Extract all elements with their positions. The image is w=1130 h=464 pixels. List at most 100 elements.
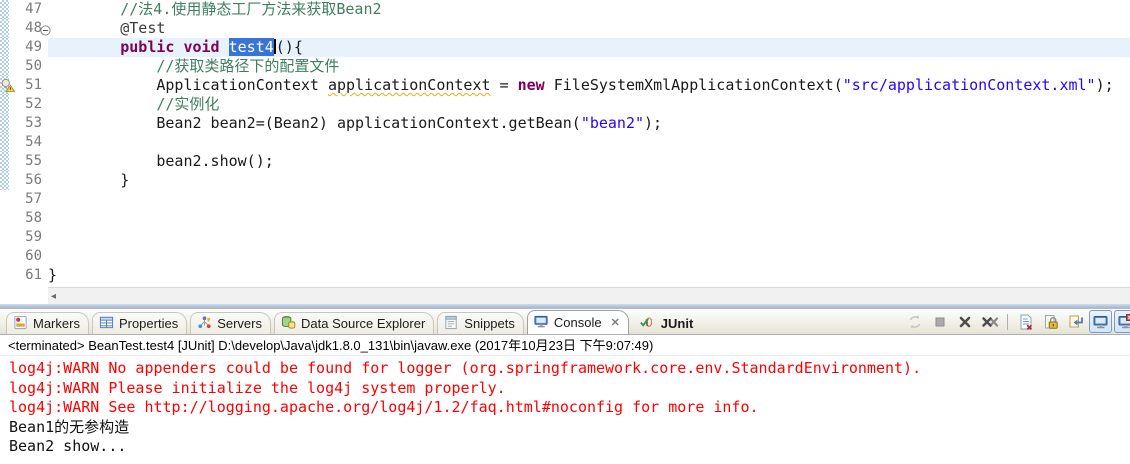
code-text[interactable]: ApplicationContext applicationContext = … [48,76,1130,95]
code-line[interactable]: 57 [0,190,1130,209]
editor-gutter[interactable]: 61 [0,266,48,285]
console-output-line: Bean2 show... [9,437,127,455]
console-panel: Markers Properties Servers Data Source Expl… [0,308,1130,457]
editor-gutter[interactable]: 54 [0,133,48,152]
editor-gutter[interactable]: 53 [0,114,48,133]
remove-launch-icon[interactable] [953,310,976,333]
code-line[interactable]: 58 [0,209,1130,228]
code-token: //获取类路径下的配置文件 [156,57,340,75]
code-line[interactable]: 47 //法4.使用静态工厂方法来获取Bean2 [0,0,1130,19]
code-line[interactable]: 51 ApplicationContext applicationContext … [0,76,1130,95]
open-console-icon[interactable] [1114,310,1130,333]
java-code-editor[interactable]: 47 //法4.使用静态工厂方法来获取Bean2 48 @Test 49 public v… [0,0,1130,304]
code-text[interactable]: Bean2 bean2=(Bean2) applicationContext.g… [48,114,1130,133]
bottom-view-tabbar: Markers Properties Servers Data Source Expl… [0,308,1130,335]
code-text[interactable]: public void test4(){ [48,38,1130,57]
toolbar-separator [1007,313,1008,330]
code-text[interactable] [48,133,1130,152]
data-source-explorer-icon [281,315,296,333]
editor-gutter[interactable]: 50 [0,57,48,76]
code-line[interactable]: 54 [0,133,1130,152]
line-number: 47 [25,1,42,17]
tab-console[interactable]: Console ✕ [526,310,629,334]
range-indicator [0,133,9,152]
code-line[interactable]: 48 @Test [0,19,1130,38]
code-line[interactable]: 59 [0,228,1130,247]
code-text[interactable]: } [48,266,1130,285]
editor-horizontal-scrollbar[interactable]: ◂ [48,287,1130,304]
console-output[interactable]: log4j:WARN No appenders could be found f… [0,356,1130,457]
range-indicator [0,209,9,228]
snippets-icon [444,315,459,333]
code-line[interactable]: 53 Bean2 bean2=(Bean2) applicationContext… [0,114,1130,133]
code-token: ApplicationContext [156,76,328,94]
code-token: //实例化 [156,95,220,113]
editor-gutter[interactable]: 47 [0,0,48,19]
code-text[interactable]: @Test [48,19,1130,38]
range-indicator [0,114,9,133]
line-number: 50 [25,58,42,74]
code-line[interactable]: 52 //实例化 [0,95,1130,114]
tab-servers[interactable]: Servers [190,312,271,334]
code-text[interactable]: //获取类路径下的配置文件 [48,57,1130,76]
code-text[interactable]: //法4.使用静态工厂方法来获取Bean2 [48,0,1130,19]
line-number: 60 [25,248,42,264]
scroll-lock-icon[interactable] [1039,310,1062,333]
code-line[interactable]: 49 public void test4(){ [0,38,1130,57]
markers-icon [13,315,28,333]
clear-console-icon[interactable] [1014,310,1037,333]
tab-snippets[interactable]: Snippets [437,312,524,334]
editor-gutter[interactable]: 58 [0,209,48,228]
remove-all-terminated-icon[interactable] [978,310,1001,333]
code-text[interactable]: //实例化 [48,95,1130,114]
editor-gutter[interactable]: 60 [0,247,48,266]
range-indicator [0,171,9,190]
code-text[interactable]: } [48,171,1130,190]
editor-gutter[interactable]: 59 [0,228,48,247]
tab-junit[interactable]: Ü JUnit [632,312,703,334]
range-indicator [0,19,9,38]
code-text[interactable] [48,228,1130,247]
editor-gutter[interactable]: 51 [0,76,48,95]
line-number: 58 [25,210,42,226]
scroll-left-arrow-icon[interactable]: ◂ [48,291,56,302]
code-token: (){ [275,38,303,56]
code-line[interactable]: 61} [0,266,1130,285]
tab-label: Console [553,315,602,330]
tab-label: Servers [217,316,262,331]
close-icon[interactable]: ✕ [611,316,620,329]
editor-gutter[interactable]: 57 [0,190,48,209]
editor-gutter[interactable]: 56 [0,171,48,190]
code-token: } [48,266,58,284]
editor-gutter[interactable]: 49 [0,38,48,57]
code-line[interactable]: 55 bean2.show(); [0,152,1130,171]
tab-label: Markers [33,316,80,331]
tab-data-source-explorer[interactable]: Data Source Explorer [274,312,435,334]
tab-markers[interactable]: Markers [6,312,89,334]
terminate-icon [928,310,951,333]
code-line[interactable]: 56} [0,171,1130,190]
code-text[interactable] [48,247,1130,266]
show-console-on-output-icon[interactable] [1064,310,1087,333]
eclipse-workbench: 47 //法4.使用静态工厂方法来获取Bean2 48 @Test 49 public v… [0,0,1130,457]
line-number: 52 [25,96,42,112]
range-indicator [0,190,9,209]
editor-gutter[interactable]: 55 [0,152,48,171]
code-token: new [517,76,545,94]
code-token: bean2.show(); [156,152,274,170]
code-token: Bean2 bean2=(Bean2) applicationContext.g… [156,114,581,132]
relaunch-icon [903,310,926,333]
range-indicator [0,228,9,247]
code-line[interactable]: 60 [0,247,1130,266]
editor-gutter[interactable]: 48 [0,19,51,38]
code-token: FileSystemXmlApplicationContext( [544,76,843,94]
code-text[interactable] [48,190,1130,209]
editor-gutter[interactable]: 52 [0,95,48,114]
code-token: = [490,76,518,94]
display-selected-console-icon[interactable] [1089,310,1112,333]
code-line[interactable]: 50 //获取类路径下的配置文件 [0,57,1130,76]
code-text[interactable] [48,209,1130,228]
svg-text:Ü: Ü [645,316,653,329]
tab-properties[interactable]: Properties [91,312,188,334]
code-text[interactable]: bean2.show(); [48,152,1130,171]
